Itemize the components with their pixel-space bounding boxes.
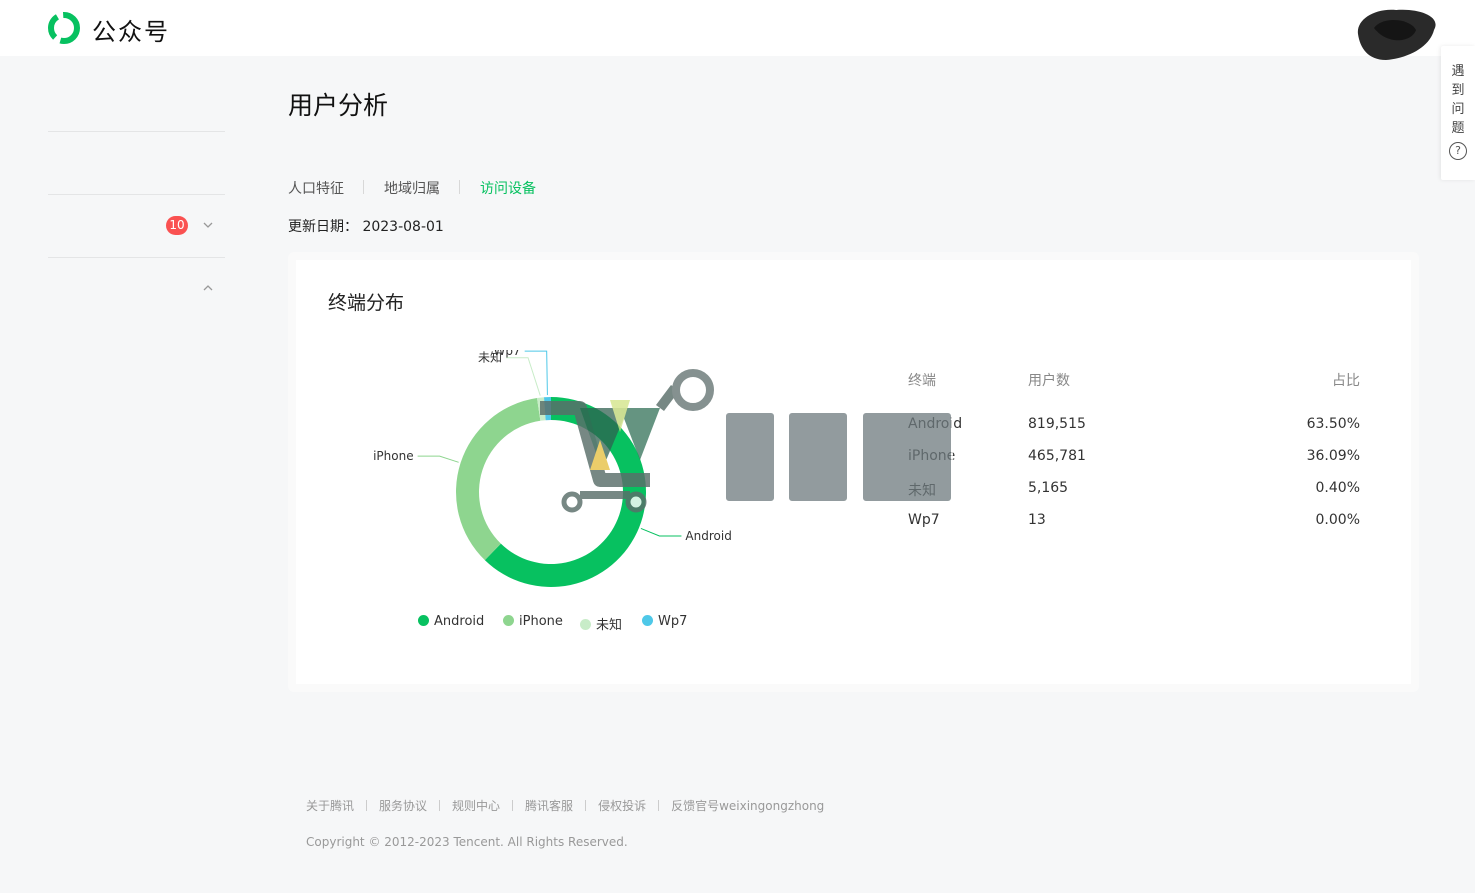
legend-label: Wp7 [658, 614, 688, 629]
legend-dot [580, 619, 591, 630]
table-cell-ratio: 63.50% [1306, 416, 1360, 432]
label-leader-line [506, 357, 541, 396]
slice-label: iPhone [373, 449, 414, 463]
legend-item-wp7[interactable]: Wp7 [642, 614, 687, 629]
question-icon[interactable]: ? [1449, 142, 1467, 160]
card-title: 终端分布 [328, 292, 405, 314]
device-donut-chart: AndroidiPhone未知Wp7 [373, 350, 732, 587]
table-header-users: 用户数 [1028, 373, 1070, 389]
page-title: 用户分析 [288, 91, 389, 120]
update-date-label: 更新日期： [288, 219, 358, 235]
legend-label: Android [434, 614, 485, 629]
sidebar-divider [48, 257, 225, 258]
legend-item-unknown[interactable]: 未知 [580, 614, 622, 633]
footer-divider [512, 800, 514, 811]
table-row: 未知 5,165 0.40% [908, 480, 1360, 502]
wechat-official-logo-icon[interactable] [46, 10, 82, 46]
table-cell-users: 819,515 [1028, 416, 1086, 432]
help-tab[interactable]: 遇到问题 ? [1441, 46, 1475, 180]
footer-link-about[interactable]: 关于腾讯 [306, 797, 354, 814]
table-cell-ratio: 0.00% [1315, 512, 1360, 528]
sidebar-divider [48, 194, 225, 195]
footer-link-rules[interactable]: 规则中心 [452, 797, 500, 814]
tab-devices[interactable]: 访问设备 [480, 178, 536, 198]
tab-divider [363, 180, 364, 194]
tab-region[interactable]: 地域归属 [384, 178, 440, 198]
table-cell-device: 未知 [908, 483, 936, 499]
chevron-up-icon[interactable] [203, 283, 213, 293]
footer-divider [585, 800, 587, 811]
table-cell-device: Android [908, 416, 963, 432]
legend-dot [503, 615, 514, 626]
donut-slice-iphone[interactable] [456, 398, 541, 561]
table-cell-users: 13 [1028, 512, 1046, 528]
footer-link-support[interactable]: 腾讯客服 [525, 797, 573, 814]
tab-demographics[interactable]: 人口特征 [288, 178, 344, 198]
help-label[interactable]: 遇到问题 [1451, 62, 1465, 138]
update-date-row: 更新日期： 2023-08-01 [288, 216, 444, 236]
footer-divider [658, 800, 660, 811]
copyright: Copyright © 2012-2023 Tencent. All Right… [306, 835, 628, 849]
table-cell-ratio: 36.09% [1306, 448, 1360, 464]
legend-dot [418, 615, 429, 626]
table-header-device: 终端 [908, 373, 936, 389]
legend-item-android[interactable]: Android [418, 614, 484, 629]
table-row: Wp7 13 0.00% [908, 512, 1360, 534]
table-row: Android 819,515 63.50% [908, 416, 1360, 438]
avatar[interactable] [1352, 6, 1438, 62]
notification-badge: 10 [166, 216, 188, 235]
sidebar-divider [48, 131, 225, 132]
slice-label: Wp7 [494, 350, 521, 358]
legend-label: 未知 [596, 618, 623, 633]
footer-links: 关于腾讯 服务协议 规则中心 腾讯客服 侵权投诉 反馈官号weixingongzhong [306, 797, 824, 814]
chevron-down-icon[interactable] [203, 220, 213, 230]
label-leader-line [640, 527, 682, 537]
footer-link-feedback[interactable]: 反馈官号weixingongzhong [671, 797, 824, 814]
footer-divider [439, 800, 441, 811]
legend-dot [642, 615, 653, 626]
top-bar: 公众号 [0, 0, 1475, 60]
footer-divider [366, 800, 368, 811]
table-cell-device: Wp7 [908, 512, 940, 528]
label-leader-line [417, 455, 459, 463]
slice-label: Android [685, 529, 731, 543]
tab-divider [459, 180, 460, 194]
footer-link-terms[interactable]: 服务协议 [379, 797, 427, 814]
table-row: iPhone 465,781 36.09% [908, 448, 1360, 470]
legend-item-iphone[interactable]: iPhone [503, 614, 563, 629]
table-cell-device: iPhone [908, 448, 956, 464]
legend-label: iPhone [519, 614, 563, 629]
table-cell-users: 5,165 [1028, 480, 1069, 496]
update-date-value: 2023-08-01 [362, 219, 444, 235]
footer-link-infringement[interactable]: 侵权投诉 [598, 797, 646, 814]
table-header-ratio: 占比 [1332, 373, 1360, 389]
brand-name[interactable]: 公众号 [92, 12, 170, 47]
table-cell-ratio: 0.40% [1315, 480, 1360, 496]
table-cell-users: 465,781 [1028, 448, 1086, 464]
